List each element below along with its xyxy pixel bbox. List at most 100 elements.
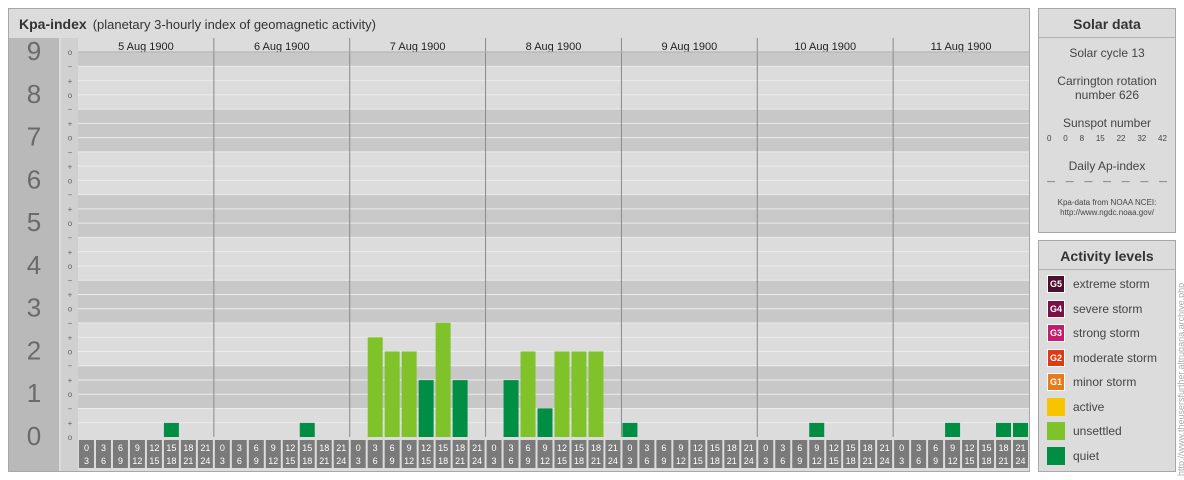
level-swatch: G2: [1047, 348, 1065, 367]
y-major-label-1: 1: [27, 378, 41, 408]
time-start-label: 9: [407, 443, 412, 453]
y-minor-label: +: [68, 77, 73, 86]
time-start-label: 3: [237, 443, 242, 453]
time-end-label: 21: [319, 456, 329, 466]
time-end-label: 9: [661, 456, 666, 466]
day-label: 7 Aug 1900: [390, 41, 446, 53]
sunspot-value-3: 15: [1095, 134, 1105, 143]
time-end-label: 3: [84, 456, 89, 466]
time-end-label: 9: [390, 456, 395, 466]
credit-watermark: http://www.theusersfurther.altrugaria.ar…: [1176, 282, 1184, 476]
time-start-label: 15: [166, 443, 176, 453]
time-end-label: 21: [455, 456, 465, 466]
carrington-line-1: Carrington rotation: [1057, 74, 1157, 88]
time-start-label: 18: [591, 443, 601, 453]
time-start-label: 18: [863, 443, 873, 453]
time-end-label: 24: [200, 456, 210, 466]
y-major-label-6: 6: [27, 164, 41, 194]
day-label: 10 Aug 1900: [794, 41, 856, 53]
activity-levels-panel: Activity levels G5 extreme storm G4 severe …: [1038, 240, 1176, 472]
time-start-label: 21: [608, 443, 618, 453]
chart-subtitle: (planetary 3-hourly index of geomagnetic…: [92, 17, 376, 32]
time-end-label: 18: [438, 456, 448, 466]
level-label: severe storm: [1073, 301, 1143, 316]
time-start-label: 15: [438, 443, 448, 453]
kp-bar: [571, 351, 587, 437]
kp-bar: [367, 337, 383, 437]
time-end-label: 18: [982, 456, 992, 466]
time-start-label: 21: [472, 443, 482, 453]
kp-bar: [418, 380, 434, 437]
time-end-label: 9: [118, 456, 123, 466]
time-start-label: 12: [285, 443, 295, 453]
level-swatch: G4: [1047, 299, 1065, 318]
time-end-label: 21: [863, 456, 873, 466]
time-end-label: 15: [421, 456, 431, 466]
chart-title-main: Kpa-index: [19, 16, 87, 32]
time-end-label: 6: [373, 456, 378, 466]
time-start-label: 18: [183, 443, 193, 453]
y-major-label-2: 2: [27, 335, 41, 365]
time-start-label: 6: [797, 443, 802, 453]
band-kp-3: [78, 280, 1029, 323]
ap-title: Daily Ap-index: [1068, 159, 1146, 173]
kp-bar: [588, 351, 604, 437]
time-end-label: 3: [627, 456, 632, 466]
time-start-label: 9: [678, 443, 683, 453]
ap-value-5: —: [1140, 177, 1149, 186]
level-swatch: [1047, 397, 1065, 416]
time-start-label: 6: [118, 443, 123, 453]
chart-title: Kpa-index (planetary 3-hourly index of ge…: [19, 16, 376, 32]
band-kp-2: [78, 322, 1029, 366]
time-start-label: 6: [254, 443, 259, 453]
solar-cycle: Solar cycle 13: [1069, 46, 1145, 60]
time-end-label: 24: [1016, 456, 1026, 466]
day-label: 8 Aug 1900: [526, 41, 582, 53]
y-minor-label: o: [68, 134, 73, 143]
time-start-label: 6: [390, 443, 395, 453]
y-major-label-3: 3: [27, 293, 41, 323]
y-minor-label: +: [68, 419, 73, 428]
day-label: 11 Aug 1900: [931, 41, 992, 53]
level-swatch: G1: [1047, 373, 1065, 391]
y-minor-label: o: [68, 91, 73, 100]
y-major-label-4: 4: [27, 250, 41, 280]
y-minor-label: −: [68, 404, 73, 413]
time-start-label: 0: [899, 443, 904, 453]
band-kp-4: [78, 237, 1029, 281]
time-start-label: 12: [149, 443, 159, 453]
source-link[interactable]: http://www.ngdc.noaa.gov/: [1039, 208, 1175, 218]
time-end-label: 24: [608, 456, 618, 466]
time-start-label: 12: [421, 443, 431, 453]
time-start-label: 3: [101, 443, 106, 453]
kp-bar: [996, 422, 1012, 437]
kp-bar: [299, 422, 315, 437]
y-minor-label: o: [68, 176, 73, 185]
level-row-minor-storm: G1 minor storm: [1047, 373, 1136, 391]
time-end-label: 6: [101, 456, 106, 466]
kp-bar: [520, 351, 536, 437]
kp-bar: [554, 351, 570, 437]
time-start-label: 21: [744, 443, 754, 453]
y-minor-label: o: [68, 48, 73, 57]
level-label: extreme storm: [1073, 277, 1150, 291]
time-end-label: 24: [336, 456, 346, 466]
y-minor-label: −: [68, 233, 73, 242]
y-minor-label: −: [68, 276, 73, 285]
time-start-label: 3: [916, 443, 921, 453]
time-end-label: 6: [509, 456, 514, 466]
time-end-label: 15: [829, 456, 839, 466]
time-end-label: 9: [797, 456, 802, 466]
y-major-label-0: 0: [27, 421, 41, 451]
time-end-label: 6: [780, 456, 785, 466]
y-minor-label: +: [68, 333, 73, 342]
time-end-label: 3: [220, 456, 225, 466]
time-end-label: 15: [285, 456, 295, 466]
level-label: active: [1073, 399, 1105, 414]
level-swatch: [1047, 446, 1065, 465]
time-start-label: 0: [84, 443, 89, 453]
sunspot-value-1: 0: [1063, 134, 1068, 143]
time-start-label: 3: [644, 443, 649, 453]
band-kp-8: [78, 66, 1029, 109]
y-major-label-5: 5: [27, 207, 41, 237]
